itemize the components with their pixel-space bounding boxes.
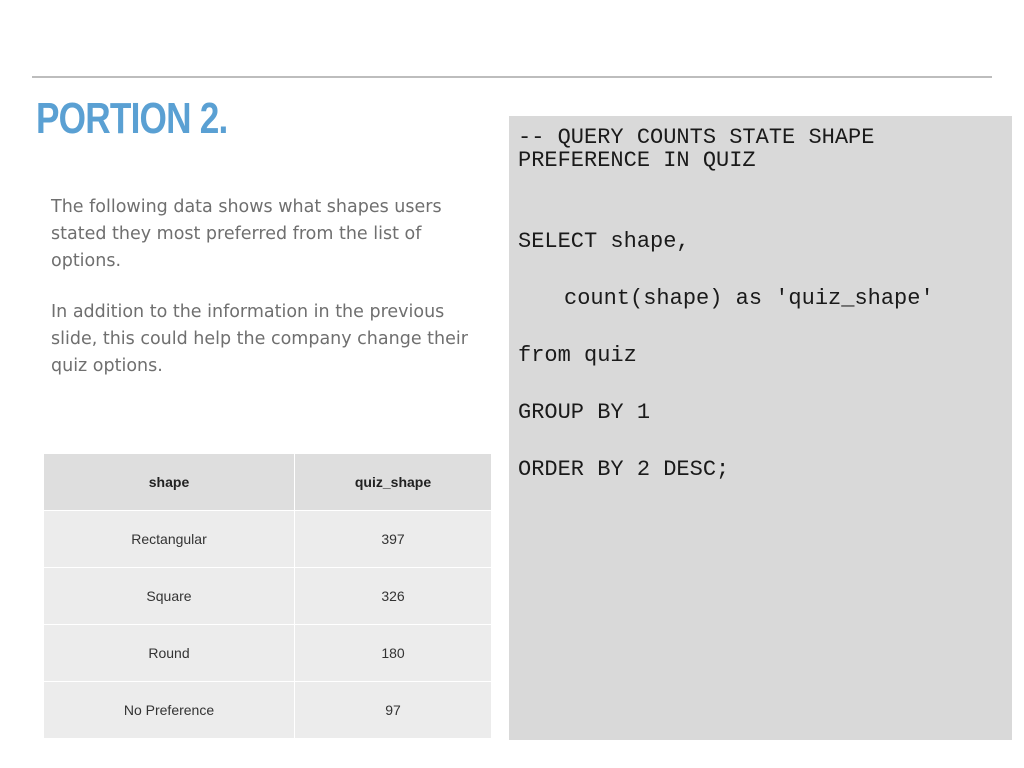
table-row: Square 326 <box>43 567 492 625</box>
description-paragraph-1: The following data shows what shapes use… <box>51 197 442 271</box>
column-header-shape: shape <box>43 453 295 511</box>
table-header-row: shape quiz_shape <box>43 453 492 511</box>
code-select-line: SELECT shape, <box>518 229 690 254</box>
table-row: No Preference 97 <box>43 681 492 739</box>
code-comment: -- QUERY COUNTS STATE SHAPE PREFERENCE I… <box>518 125 875 173</box>
code-count-line: count(shape) as 'quiz_shape' <box>564 286 934 311</box>
cell-shape: No Preference <box>43 681 295 739</box>
cell-quiz-shape: 397 <box>294 510 492 568</box>
cell-shape: Square <box>43 567 295 625</box>
cell-quiz-shape: 180 <box>294 624 492 682</box>
table-row: Round 180 <box>43 624 492 682</box>
cell-quiz-shape: 97 <box>294 681 492 739</box>
description-paragraph-2: In addition to the information in the pr… <box>51 302 468 376</box>
cell-shape: Round <box>43 624 295 682</box>
column-header-quiz-shape: quiz_shape <box>294 453 492 511</box>
results-table: shape quiz_shape Rectangular 397 Square … <box>43 453 492 739</box>
slide-title: PORTION 2. <box>36 94 228 143</box>
code-order-by-line: ORDER BY 2 DESC; <box>518 457 730 482</box>
cell-quiz-shape: 326 <box>294 567 492 625</box>
slide: PORTION 2. The following data shows what… <box>0 0 1024 768</box>
top-divider <box>32 76 992 78</box>
sql-code-panel: -- QUERY COUNTS STATE SHAPE PREFERENCE I… <box>509 116 1012 740</box>
cell-shape: Rectangular <box>43 510 295 568</box>
code-group-by-line: GROUP BY 1 <box>518 400 651 425</box>
code-from-line: from quiz <box>518 343 637 368</box>
table-row: Rectangular 397 <box>43 510 492 568</box>
